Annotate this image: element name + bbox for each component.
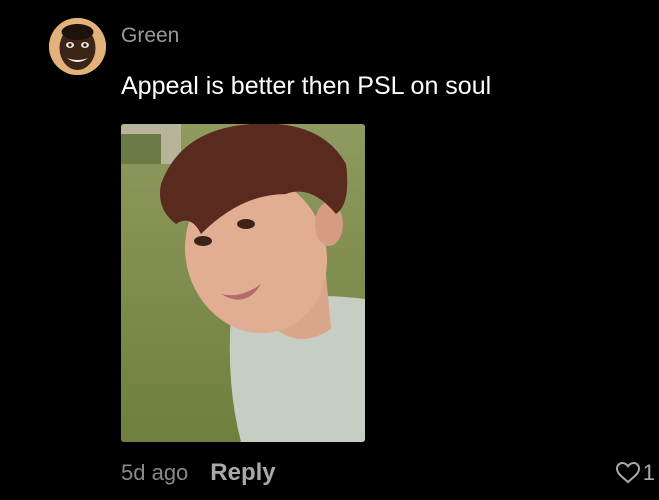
attached-photo[interactable] bbox=[121, 124, 365, 442]
comment: Green Appeal is better then PSL on soul bbox=[0, 0, 659, 500]
comment-footer: 5d ago Reply bbox=[121, 458, 276, 488]
timestamp: 5d ago bbox=[121, 460, 189, 485]
photo-image bbox=[121, 124, 365, 442]
username[interactable]: Green bbox=[121, 24, 179, 48]
heart-icon bbox=[615, 461, 640, 484]
comment-text: Appeal is better then PSL on soul bbox=[121, 72, 492, 100]
reply-button[interactable]: Reply bbox=[210, 459, 275, 487]
avatar[interactable] bbox=[49, 18, 106, 75]
like-button[interactable]: 1 bbox=[615, 460, 655, 486]
avatar-image bbox=[49, 18, 106, 75]
like-count: 1 bbox=[642, 460, 655, 485]
